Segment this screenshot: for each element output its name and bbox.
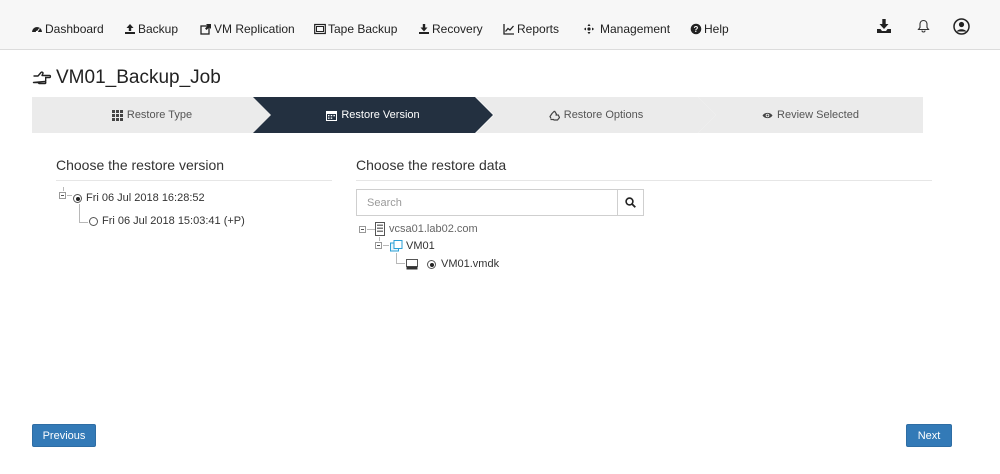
nav-recovery-label: Recovery	[432, 22, 483, 36]
nav-management-label: Management	[600, 22, 671, 36]
bell-icon	[916, 19, 930, 33]
version-radio-2[interactable]	[89, 217, 98, 226]
version-label-2[interactable]: Fri 06 Jul 2018 15:03:41 (+P)	[102, 215, 245, 227]
wizard-step-restore-type[interactable]: Restore Type	[32, 97, 272, 133]
tape-icon	[314, 23, 326, 35]
dashboard-icon	[32, 27, 42, 34]
nav-tape-backup[interactable]: Tape Backup	[314, 21, 397, 37]
tree-line	[79, 204, 80, 222]
search-icon	[625, 197, 636, 208]
divider	[356, 180, 932, 181]
nav-backup-label: Backup	[138, 22, 179, 36]
management-icon	[583, 23, 595, 35]
hand-pointer-icon	[32, 71, 52, 85]
nav-reports-label: Reports	[517, 22, 560, 36]
disk-radio[interactable]	[427, 260, 436, 269]
nav-dashboard[interactable]: Dashboard	[31, 21, 104, 37]
restore-version-heading: Choose the restore version	[56, 157, 225, 173]
help-icon: ?	[690, 23, 702, 35]
version-label-1[interactable]: Fri 06 Jul 2018 16:28:52	[86, 192, 205, 204]
tree-line	[396, 253, 397, 263]
next-button[interactable]: Next	[906, 424, 952, 447]
divider	[56, 180, 332, 181]
tree-collapse-toggle[interactable]	[359, 226, 366, 233]
calendar-icon	[326, 110, 338, 121]
previous-button[interactable]: Previous	[32, 424, 96, 447]
tree-line	[79, 222, 88, 223]
download-icon	[419, 24, 429, 34]
eye-icon	[762, 112, 773, 118]
wizard-step-label: Review Selected	[777, 109, 859, 121]
grid-icon	[111, 109, 123, 121]
server-icon	[375, 222, 385, 236]
tree-host-label[interactable]: vcsa01.lab02.com	[389, 223, 478, 235]
nav-tape-backup-label: Tape Backup	[328, 22, 398, 36]
tree-disk-label[interactable]: VM01.vmdk	[441, 258, 499, 270]
tree-line	[67, 195, 72, 196]
tree-vm-label[interactable]: VM01	[406, 240, 435, 252]
tree-line	[63, 187, 64, 191]
nav-help-label: Help	[704, 22, 729, 36]
download-button[interactable]	[874, 16, 894, 36]
vm-icon	[390, 240, 403, 252]
wizard-step-restore-options[interactable]: Restore Options	[476, 97, 716, 133]
nav-backup[interactable]: Backup	[124, 21, 178, 37]
wizard-step-label: Restore Type	[126, 109, 193, 121]
wizard-step-restore-version[interactable]: Restore Version	[253, 97, 493, 133]
nav-vm-replication-label: VM Replication	[214, 22, 295, 36]
page-title-text: VM01_Backup_Job	[56, 67, 221, 88]
chart-icon	[503, 24, 514, 35]
page-title: VM01_Backup_Job	[32, 66, 221, 90]
wizard-step-label: Restore Version	[341, 109, 420, 121]
nav-dashboard-label: Dashboard	[45, 22, 104, 36]
tree-line	[367, 229, 375, 230]
svg-text:?: ?	[694, 25, 699, 34]
restore-data-heading: Choose the restore data	[356, 157, 507, 173]
wizard-step-label: Restore Options	[563, 109, 644, 121]
download-icon	[877, 19, 891, 33]
share-icon	[200, 24, 211, 35]
version-radio-1[interactable]	[73, 194, 82, 203]
user-menu-button[interactable]	[951, 16, 971, 36]
nav-vm-replication[interactable]: VM Replication	[200, 21, 295, 37]
nav-help[interactable]: ? Help	[690, 21, 729, 37]
restore-wizard-steps: Restore Type Restore Version Restore Opt…	[32, 97, 923, 133]
search-button[interactable]	[617, 189, 644, 216]
user-icon	[952, 17, 970, 35]
notifications-button[interactable]	[913, 16, 933, 36]
tree-line	[396, 263, 405, 264]
nav-recovery[interactable]: Recovery	[418, 21, 483, 37]
disk-icon	[406, 259, 418, 270]
recycle-icon	[549, 110, 560, 121]
tree-line	[379, 237, 380, 241]
nav-management[interactable]: Management	[583, 21, 670, 37]
nav-reports[interactable]: Reports	[503, 21, 559, 37]
tree-collapse-toggle[interactable]	[375, 242, 382, 249]
search-input[interactable]	[356, 189, 618, 216]
tree-line	[383, 245, 389, 246]
wizard-step-review-selected[interactable]: Review Selected	[698, 97, 923, 133]
tree-collapse-toggle[interactable]	[59, 192, 66, 199]
upload-icon	[125, 24, 135, 34]
top-navigation-bar: Dashboard Backup VM Replication Tape Bac…	[0, 0, 1000, 50]
